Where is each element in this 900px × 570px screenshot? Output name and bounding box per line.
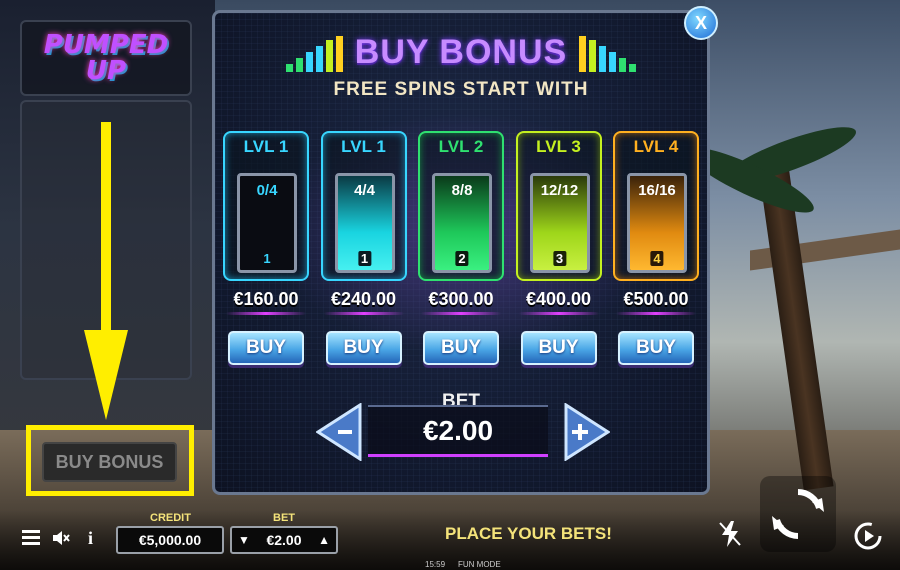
- spin-button[interactable]: [760, 476, 836, 552]
- arrow-down-icon-head: [84, 330, 128, 420]
- price-underline: [421, 312, 501, 315]
- price-underline: [616, 312, 696, 315]
- price-underline: [226, 312, 306, 315]
- level-number: 3: [552, 251, 567, 266]
- game-logo: PUMPED UP: [20, 20, 192, 96]
- game-logo-text: PUMPED UP: [43, 30, 169, 86]
- plus-glyph-v: [578, 424, 582, 440]
- panel-title-row: BUY BONUS: [215, 33, 707, 72]
- arrow-down-icon: [101, 122, 111, 342]
- credit-label: CREDIT: [150, 512, 191, 524]
- level-price: €240.00: [330, 289, 397, 309]
- bet-decrease-button[interactable]: [316, 403, 362, 461]
- bet-small-value: €2.00: [266, 532, 302, 548]
- bet-increase-button[interactable]: [564, 403, 610, 461]
- buy-level-button[interactable]: BUY: [423, 331, 499, 365]
- bet-label-small: BET: [273, 512, 295, 524]
- clock: 15:59: [425, 560, 446, 569]
- equalizer-left-icon: [285, 36, 343, 72]
- level-card: LVL 3 12/12 3: [515, 131, 602, 281]
- panel-subtitle: FREE SPINS START WITH: [333, 79, 589, 100]
- level-card: LVL 4 16/16 4: [613, 131, 699, 281]
- close-icon: X: [694, 12, 707, 33]
- level-number: 2: [455, 251, 469, 266]
- level-price: €160.00: [233, 289, 299, 309]
- panel-title: BUY BONUS: [354, 33, 568, 71]
- level-number: 1: [263, 251, 271, 266]
- price-underline: [518, 312, 599, 315]
- level-label: LVL 1: [243, 137, 289, 156]
- level-number: 4: [650, 251, 664, 266]
- level-option: LVL 2 8/8 2 €300.00 BUY: [418, 131, 504, 365]
- spin-icon: [772, 489, 824, 539]
- level-meter: 4/4 1: [334, 173, 395, 273]
- status-text: PLACE YOUR BETS!: [445, 524, 612, 543]
- menu-icon[interactable]: [22, 530, 40, 546]
- level-meter: 12/12 3: [529, 173, 590, 273]
- level-label: LVL 4: [633, 137, 679, 156]
- level-option: LVL 1 4/4 1 €240.00 BUY: [320, 131, 407, 365]
- buy-level-button[interactable]: BUY: [325, 331, 402, 365]
- level-card: LVL 1 0/4 1: [223, 131, 309, 281]
- bet-up-button[interactable]: ▲: [318, 533, 330, 547]
- level-price: €500.00: [623, 289, 689, 309]
- level-price: €300.00: [428, 289, 494, 309]
- level-count: 12/12: [540, 182, 579, 199]
- buy-level-button[interactable]: BUY: [228, 331, 304, 365]
- level-card: LVL 2 8/8 2: [418, 131, 504, 281]
- level-meter: 0/4 1: [237, 173, 297, 273]
- level-option: LVL 1 0/4 1 €160.00 BUY: [223, 131, 309, 365]
- sound-muted-icon[interactable]: [52, 530, 70, 546]
- level-count: 16/16: [638, 182, 676, 199]
- close-button[interactable]: X: [684, 6, 718, 40]
- level-label: LVL 2: [438, 137, 484, 156]
- level-option: LVL 3 12/12 3 €400.00 BUY: [515, 131, 602, 365]
- level-list: LVL 1 0/4 1 €160.00 BUY LVL 1 4/4 1 €240…: [223, 131, 699, 365]
- buy-level-button[interactable]: BUY: [618, 331, 694, 365]
- level-label: LVL 1: [341, 137, 386, 156]
- turbo-off-icon[interactable]: [718, 520, 742, 548]
- level-count: 0/4: [256, 182, 278, 199]
- level-number: 1: [357, 251, 372, 266]
- level-price: €400.00: [525, 289, 592, 309]
- credit-value: €5,000.00: [116, 526, 224, 554]
- info-icon[interactable]: i: [88, 528, 93, 549]
- minus-glyph: [338, 430, 352, 434]
- level-meter: 16/16 4: [627, 173, 687, 273]
- price-underline: [323, 312, 404, 315]
- bet-value: €2.00: [368, 405, 548, 457]
- equalizer-right-icon: [579, 36, 637, 72]
- autoplay-icon[interactable]: [850, 518, 886, 554]
- buy-bonus-button[interactable]: BUY BONUS: [42, 442, 177, 482]
- bet-selector: ▼ €2.00 ▲: [230, 526, 338, 554]
- level-meter: 8/8 2: [432, 173, 492, 273]
- level-card: LVL 1 4/4 1: [320, 131, 407, 281]
- buy-level-button[interactable]: BUY: [520, 331, 597, 365]
- bet-down-button[interactable]: ▼: [238, 533, 250, 547]
- level-option: LVL 4 16/16 4 €500.00 BUY: [613, 131, 699, 365]
- mode-label: FUN MODE: [458, 560, 501, 569]
- level-count: 8/8: [451, 182, 473, 199]
- level-count: 4/4: [354, 182, 375, 199]
- level-label: LVL 3: [536, 137, 581, 156]
